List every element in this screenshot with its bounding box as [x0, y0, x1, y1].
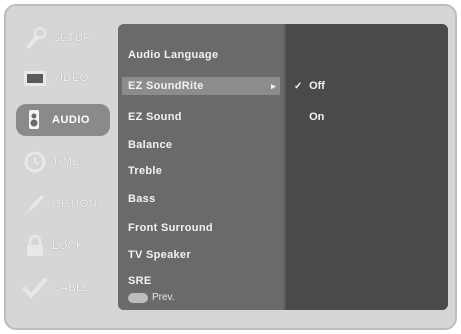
menu-item-tv-speaker[interactable]: TV Speaker [128, 246, 278, 264]
menu-item-label: Audio Language [128, 49, 219, 61]
prev-hint: Prev. [128, 292, 175, 303]
menu-item-ez-sound[interactable]: EZ Sound [128, 108, 278, 126]
sidebar-item-video[interactable]: VIDEO [16, 62, 110, 94]
prev-label: Prev. [152, 292, 175, 303]
sidebar-item-cable[interactable]: CABLE [16, 272, 110, 304]
menu-item-label: EZ SoundRite [128, 80, 204, 92]
menu-item-label: Front Surround [128, 222, 213, 234]
menu-item-balance[interactable]: Balance [128, 136, 278, 154]
sidebar-item-lock[interactable]: LOCK [16, 230, 110, 262]
sidebar-item-time[interactable]: TIME [16, 146, 110, 178]
menu-item-sre[interactable]: SRE [128, 272, 278, 290]
option-icon [22, 191, 48, 217]
category-sidebar: SETUP VIDEO AUDIO TIME OPTION LOCK CABLE [16, 22, 110, 312]
sidebar-item-label: AUDIO [52, 114, 90, 126]
sidebar-item-option[interactable]: OPTION [16, 188, 110, 220]
menu-item-audio-language[interactable]: Audio Language [128, 46, 278, 64]
menu-item-bass[interactable]: Bass [128, 190, 278, 208]
submenu-option-off[interactable]: ✓ Off [294, 77, 414, 95]
sidebar-item-label: TIME [52, 156, 81, 168]
sidebar-item-audio[interactable]: AUDIO [16, 104, 110, 136]
sidebar-item-setup[interactable]: SETUP [16, 22, 110, 54]
menu-item-label: Treble [128, 165, 163, 177]
video-icon [22, 65, 48, 91]
menu-item-label: SRE [128, 275, 152, 287]
sidebar-item-label: OPTION [52, 198, 98, 210]
audio-menu-panel: Audio Language EZ SoundRite ▸ EZ Sound B… [118, 24, 448, 310]
menu-button-icon [128, 292, 148, 303]
menu-item-ez-soundrite[interactable]: EZ SoundRite ▸ [122, 77, 280, 95]
menu-item-treble[interactable]: Treble [128, 162, 278, 180]
setup-icon [22, 25, 48, 51]
submenu-list [286, 24, 448, 310]
cable-icon [22, 275, 48, 301]
lock-icon [22, 233, 48, 259]
checkmark-icon: ✓ [294, 81, 303, 92]
menu-item-label: TV Speaker [128, 249, 191, 261]
submenu-option-on[interactable]: On [294, 108, 414, 126]
sidebar-item-label: CABLE [52, 282, 91, 294]
submenu-option-label: Off [309, 80, 325, 92]
sidebar-item-label: LOCK [52, 240, 84, 252]
sidebar-item-label: VIDEO [52, 72, 89, 84]
menu-item-label: Bass [128, 193, 156, 205]
menu-item-label: Balance [128, 139, 173, 151]
chevron-right-icon: ▸ [271, 81, 276, 91]
audio-icon [22, 107, 48, 133]
submenu-option-label: On [309, 111, 325, 123]
menu-item-front-surround[interactable]: Front Surround [128, 219, 278, 237]
time-icon [22, 149, 48, 175]
menu-item-label: EZ Sound [128, 111, 182, 123]
sidebar-item-label: SETUP [52, 32, 92, 44]
